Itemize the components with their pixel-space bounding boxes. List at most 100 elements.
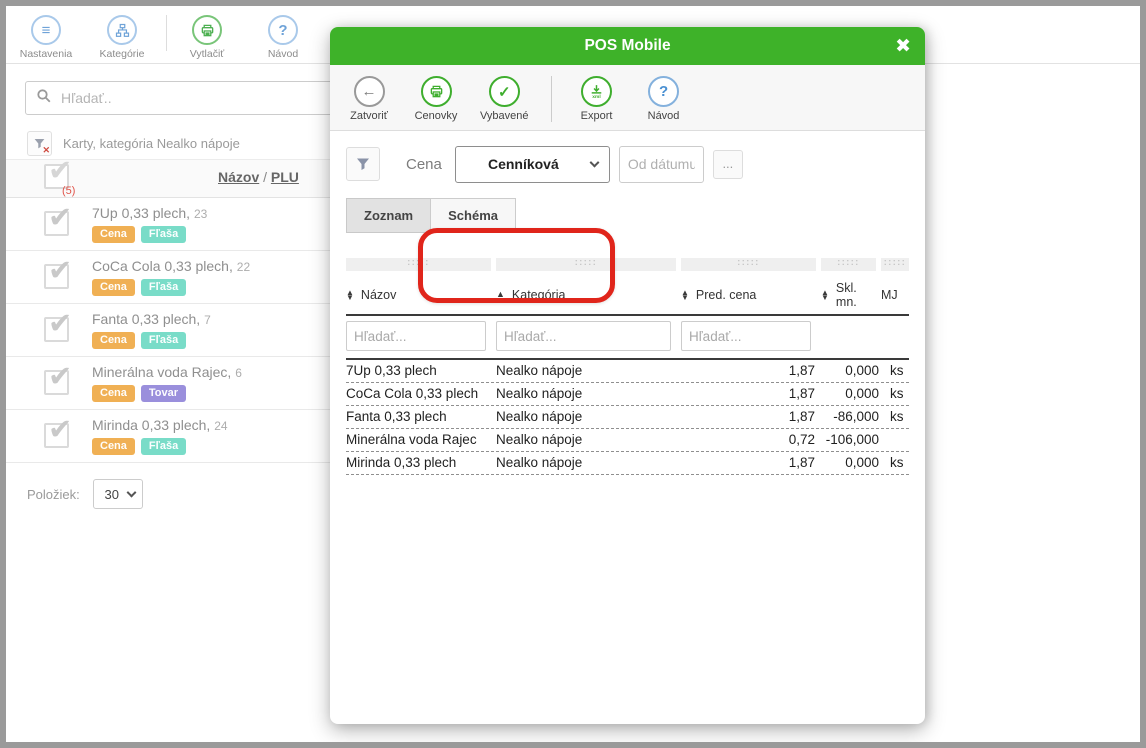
tab-schema[interactable]: Schéma [430, 198, 516, 233]
toolbar-button-nastavenia[interactable]: ≡ Nastavenia [14, 15, 78, 60]
column-resize-row: ::::: ::::: ::::: ::::: ::::: [346, 258, 909, 271]
item-checkbox[interactable]: ✔ [44, 211, 69, 236]
price-filter-label: Cena [406, 156, 442, 173]
column-header-pred-cena[interactable]: ▲▼ Pred. cena [681, 288, 821, 302]
cell-pred-cena: 1,87 [681, 386, 821, 401]
help-icon: ? [268, 15, 298, 45]
item-checkbox[interactable]: ✔ [44, 370, 69, 395]
table-row[interactable]: Fanta 0,33 plech Nealko nápoje 1,87 -86,… [346, 406, 909, 429]
sort-by-plu-link[interactable]: PLU [271, 169, 299, 185]
sort-links-separator: / [259, 169, 271, 185]
sort-by-nazov-link[interactable]: Názov [218, 169, 259, 185]
close-icon[interactable]: ✖ [895, 27, 911, 65]
table-row[interactable]: CoCa Cola 0,33 plech Nealko nápoje 1,87 … [346, 383, 909, 406]
view-tabs: Zoznam Schéma [346, 198, 909, 233]
check-icon: ✓ [489, 76, 520, 107]
item-checkbox[interactable]: ✔ [44, 264, 69, 289]
filter-title: Karty, kategória Nealko nápoje [63, 136, 240, 151]
cell-kategoria: Nealko nápoje [496, 455, 681, 470]
column-header-kategoria[interactable]: ▲▼ Kategória [496, 288, 681, 302]
search-input[interactable] [61, 90, 334, 106]
filter-kategoria-input[interactable] [496, 321, 671, 351]
column-grip-handle[interactable]: ::::: [346, 258, 491, 271]
search-icon [36, 88, 52, 109]
page-size-select[interactable]: 30 [93, 479, 143, 509]
sort-arrows-icon: ▲▼ [821, 290, 829, 301]
toolbar-button-kategorie[interactable]: Kategórie [90, 15, 154, 60]
item-plu: 6 [235, 366, 242, 380]
table-row[interactable]: 7Up 0,33 plech Nealko nápoje 1,87 0,000 … [346, 360, 909, 383]
item-checkbox[interactable]: ✔ [44, 317, 69, 342]
tab-zoznam[interactable]: Zoznam [346, 198, 431, 233]
table-filter-row [346, 316, 909, 360]
table-header-row: ▲▼ Názov ▲▼ Kategória ▲▼ Pred. cena ▲▼ S… [346, 275, 909, 316]
column-grip-handle[interactable]: ::::: [881, 258, 909, 271]
dialog-button-vybavene[interactable]: ✓ Vybavené [480, 76, 529, 122]
column-grip-handle[interactable]: ::::: [681, 258, 816, 271]
badge: Cena [92, 226, 135, 243]
dialog-button-cenovky[interactable]: Cenovky [413, 76, 459, 122]
sort-arrows-icon: ▲▼ [346, 290, 354, 301]
filter-pred-cena-input[interactable] [681, 321, 811, 351]
help-icon: ? [648, 76, 679, 107]
badge: Fľaša [141, 332, 186, 349]
column-header-nazov[interactable]: ▲▼ Názov [346, 288, 496, 302]
date-from-input[interactable] [619, 146, 704, 183]
table-row[interactable]: Minerálna voda Rajec Nealko nápoje 0,72 … [346, 429, 909, 452]
item-name: CoCa Cola 0,33 plech, [92, 258, 233, 274]
badge: Fľaša [141, 279, 186, 296]
item-name: 7Up 0,33 plech, [92, 205, 190, 221]
column-header-skl-mn[interactable]: ▲▼ Skl. mn. [821, 281, 881, 309]
sort-arrows-icon: ▲▼ [496, 292, 505, 298]
cell-mj: ks [881, 386, 909, 401]
more-options-button[interactable]: ... [713, 150, 743, 179]
cell-pred-cena: 1,87 [681, 363, 821, 378]
cell-nazov: CoCa Cola 0,33 plech [346, 386, 496, 401]
price-type-select[interactable]: Cenníková [455, 146, 610, 183]
toolbar-button-label: Návod [268, 48, 298, 60]
cell-nazov: Minerálna voda Rajec [346, 432, 496, 447]
badge: Cena [92, 279, 135, 296]
cell-pred-cena: 0,72 [681, 432, 821, 447]
toolbar-button-label: Nastavenia [20, 48, 73, 60]
badge: Fľaša [141, 438, 186, 455]
toolbar-divider [551, 76, 552, 122]
selected-count: (5) [62, 185, 75, 197]
toolbar-button-vytlacit[interactable]: Vytlačiť [175, 15, 239, 60]
dialog-toolbar: ← Zatvoriť Cenovky ✓ Vybavené xml Export [330, 65, 925, 131]
column-grip-handle[interactable]: ::::: [821, 258, 876, 271]
column-grip-handle[interactable]: ::::: [496, 258, 676, 271]
filter-nazov-input[interactable] [346, 321, 486, 351]
dialog-button-zatvorit[interactable]: ← Zatvoriť [346, 76, 392, 122]
cell-nazov: Fanta 0,33 plech [346, 409, 496, 424]
item-plu: 22 [237, 260, 250, 274]
item-name: Mirinda 0,33 plech, [92, 417, 210, 433]
app-window: ≡ Nastavenia Kategórie Vytlačiť ? Návod [6, 6, 1140, 742]
item-plu: 7 [204, 313, 211, 327]
dialog-button-export[interactable]: xml Export [574, 76, 620, 122]
cell-mj: ks [881, 363, 909, 378]
filter-funnel-icon[interactable] [346, 147, 380, 181]
cell-mj: ks [881, 409, 909, 424]
sort-arrows-icon: ▲▼ [681, 290, 689, 301]
toolbar-button-navod[interactable]: ? Návod [251, 15, 315, 60]
toolbar-divider [166, 15, 167, 51]
dialog-button-navod[interactable]: ? Návod [641, 76, 687, 122]
price-filter-row: Cena Cenníková ... [346, 145, 909, 183]
cell-nazov: Mirinda 0,33 plech [346, 455, 496, 470]
cell-kategoria: Nealko nápoje [496, 363, 681, 378]
item-plu: 23 [194, 207, 207, 221]
dialog-body: Cena Cenníková ... Zoznam Schéma ::::: :… [330, 131, 925, 724]
badge: Cena [92, 332, 135, 349]
categories-sitemap-icon [107, 15, 137, 45]
item-checkbox[interactable]: ✔ [44, 423, 69, 448]
cell-skl-mn: 0,000 [821, 386, 881, 401]
sidebar-search[interactable] [25, 81, 345, 115]
svg-text:xml: xml [592, 94, 601, 100]
column-header-mj[interactable]: MJ [881, 288, 909, 302]
toolbar-button-label: Kategórie [100, 48, 145, 60]
sort-links: Názov / PLU [218, 169, 299, 185]
cell-nazov: 7Up 0,33 plech [346, 363, 496, 378]
settings-menu-icon: ≡ [31, 15, 61, 45]
table-row[interactable]: Mirinda 0,33 plech Nealko nápoje 1,87 0,… [346, 452, 909, 475]
